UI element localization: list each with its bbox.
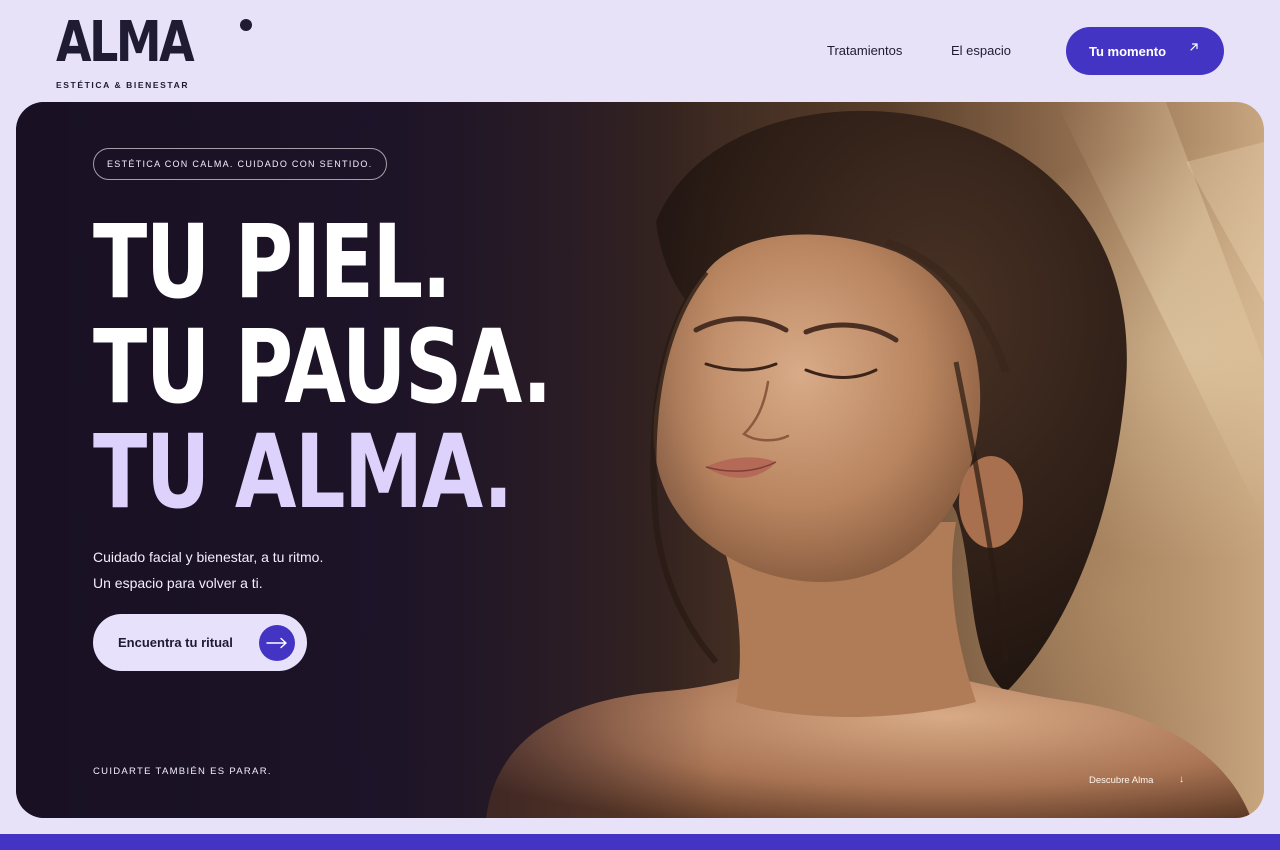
- hero-footer-note: CUIDARTE TAMBIÉN ES PARAR.: [93, 766, 272, 777]
- hero-section: ESTÉTICA CON CALMA. CUIDADO CON SENTIDO.…: [16, 102, 1264, 818]
- descubre-alma-link[interactable]: Descubre Alma: [1089, 775, 1153, 786]
- nav-link-tratamientos[interactable]: Tratamientos: [827, 43, 902, 58]
- hero-subtitle-line-1: Cuidado facial y bienestar, a tu ritmo.: [93, 549, 324, 565]
- hero-tagline-pill: ESTÉTICA CON CALMA. CUIDADO CON SENTIDO.: [93, 148, 387, 180]
- headline-line-1: TU PIEL.: [93, 203, 452, 322]
- arrow-right-icon: [259, 625, 295, 661]
- logo-dot-icon: [240, 19, 252, 31]
- encuentra-tu-ritual-button[interactable]: Encuentra tu ritual: [93, 614, 307, 671]
- encuentra-tu-ritual-label: Encuentra tu ritual: [118, 635, 233, 650]
- hero-subtitle-line-2: Un espacio para volver a ti.: [93, 575, 263, 591]
- nav-link-el-espacio[interactable]: El espacio: [951, 43, 1011, 58]
- bottom-accent-bar: [0, 834, 1280, 850]
- logo-tagline: ESTÉTICA & BIENESTAR: [56, 80, 190, 90]
- headline-line-2: TU PAUSA.: [93, 308, 552, 427]
- tu-momento-button[interactable]: Tu momento: [1066, 27, 1224, 75]
- hero-subtitle: Cuidado facial y bienestar, a tu ritmo. …: [93, 544, 323, 596]
- logo[interactable]: ALMA ESTÉTICA & BIENESTAR: [56, 10, 252, 90]
- arrow-down-icon[interactable]: ↓: [1179, 774, 1184, 785]
- tu-momento-label: Tu momento: [1089, 43, 1167, 59]
- page: ALMA ESTÉTICA & BIENESTAR Tratamientos E…: [0, 0, 1280, 850]
- logo-wordmark: ALMA: [56, 10, 195, 75]
- hero-headline: TU PIEL. TU PAUSA. TU ALMA.: [93, 203, 552, 532]
- arrow-up-right-icon: [1188, 41, 1200, 56]
- site-header: ALMA ESTÉTICA & BIENESTAR Tratamientos E…: [0, 0, 1280, 102]
- headline-line-3: TU ALMA.: [93, 413, 513, 532]
